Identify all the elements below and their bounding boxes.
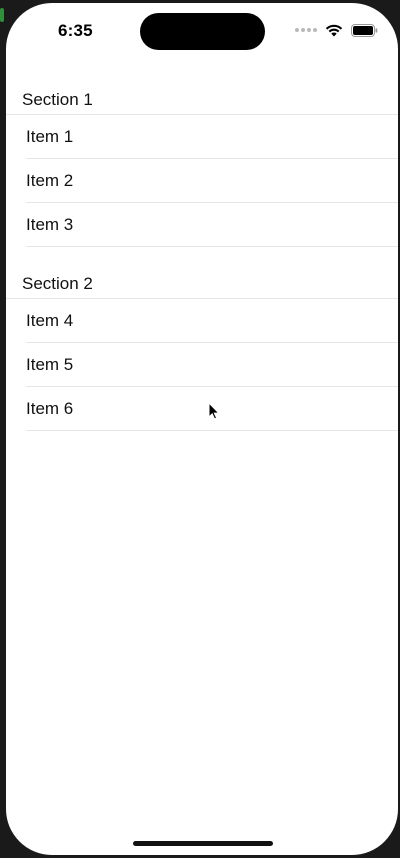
list-item[interactable]: Item 3 (26, 203, 398, 247)
battery-icon (351, 23, 378, 37)
list-item[interactable]: Item 1 (26, 115, 398, 159)
wifi-icon (325, 24, 343, 37)
dynamic-island (140, 13, 265, 50)
section-header: Section 2 (6, 265, 398, 299)
grouped-list: Section 1 Item 1 Item 2 Item 3 Section 2… (6, 81, 398, 431)
status-bar: 6:35 (6, 3, 398, 57)
list-item[interactable]: Item 5 (26, 343, 398, 387)
status-time: 6:35 (58, 21, 93, 40)
home-indicator (133, 841, 273, 846)
bezel-accent (0, 8, 4, 22)
section-1: Section 1 Item 1 Item 2 Item 3 (6, 81, 398, 247)
mouse-pointer-icon (208, 401, 220, 425)
status-icons (295, 23, 378, 37)
screen: 6:35 Section 1 Item 1 Item 2 Item 3 Sect… (6, 3, 398, 855)
signal-dots-icon (295, 28, 317, 32)
device-frame: 6:35 Section 1 Item 1 Item 2 Item 3 Sect… (0, 0, 400, 858)
section-2: Section 2 Item 4 Item 5 Item 6 (6, 265, 398, 431)
list-item[interactable]: Item 2 (26, 159, 398, 203)
list-item[interactable]: Item 4 (26, 299, 398, 343)
section-header: Section 1 (6, 81, 398, 115)
